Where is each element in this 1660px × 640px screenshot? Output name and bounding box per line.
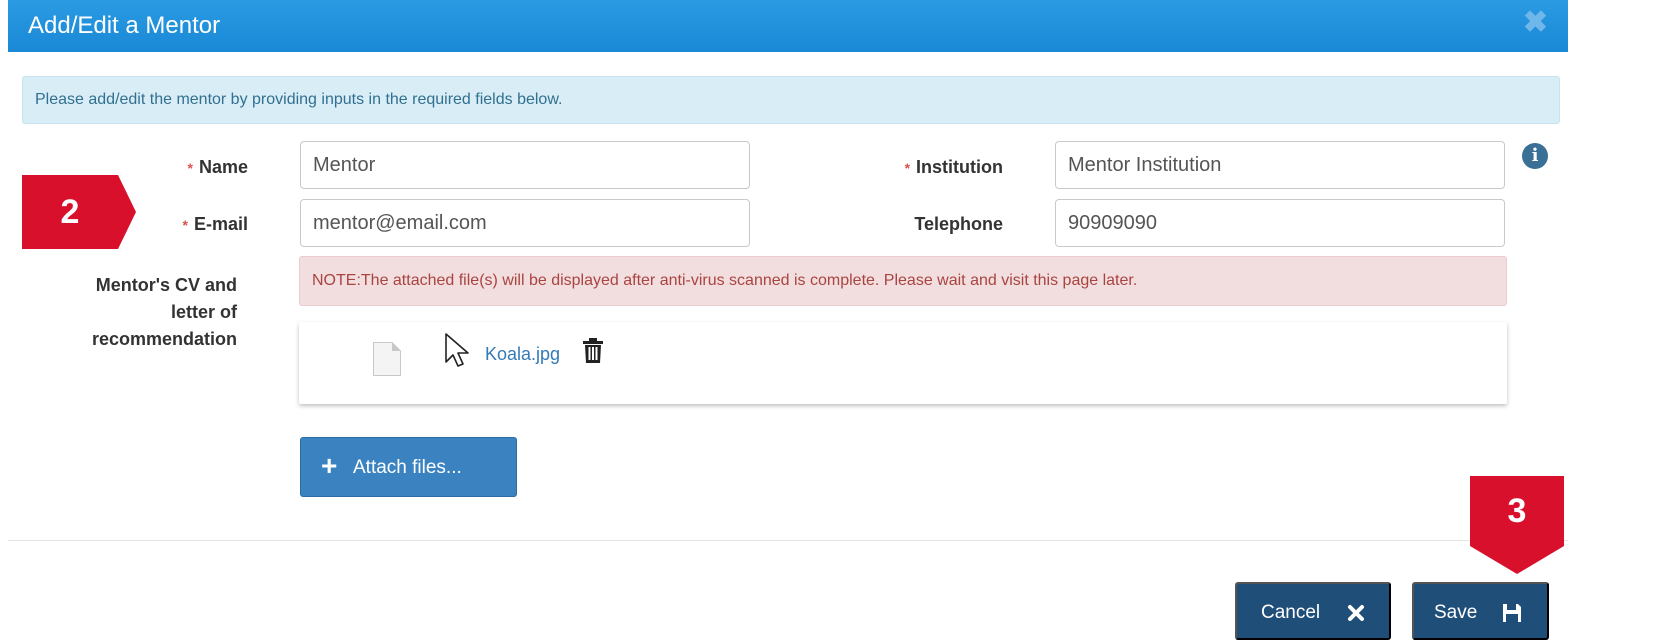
required-marker: * xyxy=(187,160,193,176)
telephone-label: Telephone xyxy=(914,214,1003,234)
telephone-input[interactable]: 90909090 xyxy=(1055,199,1505,247)
plus-icon: + xyxy=(321,450,338,481)
close-icon[interactable]: ✖ xyxy=(1523,8,1548,38)
step-marker-2-arrow xyxy=(118,175,136,249)
email-input[interactable]: mentor@email.com xyxy=(300,199,750,247)
info-alert-text: Please add/edit the mentor by providing … xyxy=(35,91,563,108)
antivirus-note: NOTE:The attached file(s) will be displa… xyxy=(299,256,1507,306)
step-marker-3: 3 xyxy=(1470,476,1564,546)
trash-icon[interactable] xyxy=(582,338,604,364)
required-marker: * xyxy=(182,217,188,233)
save-button[interactable]: Save xyxy=(1412,582,1549,640)
attach-files-button[interactable]: + Attach files... xyxy=(300,437,517,497)
dialog-title: Add/Edit a Mentor xyxy=(28,12,221,39)
required-marker: * xyxy=(904,160,911,176)
info-alert: Please add/edit the mentor by providing … xyxy=(22,76,1560,124)
cancel-button[interactable]: Cancel xyxy=(1235,582,1391,640)
institution-input[interactable]: Mentor Institution xyxy=(1055,141,1505,189)
attach-files-label: Attach files... xyxy=(353,457,462,478)
mouse-cursor-icon xyxy=(445,333,469,367)
dialog-titlebar: Add/Edit a Mentor ✖ xyxy=(8,0,1568,52)
cv-label: Mentor's CV and letter of recommendation xyxy=(91,275,237,349)
file-icon xyxy=(373,342,401,376)
antivirus-note-text: NOTE:The attached file(s) will be displa… xyxy=(312,272,1138,289)
info-icon[interactable]: i xyxy=(1522,143,1548,169)
cancel-label: Cancel xyxy=(1261,602,1321,623)
footer-divider xyxy=(8,540,1568,541)
attachment-link[interactable]: Koala.jpg xyxy=(485,344,560,365)
floppy-disk-icon xyxy=(1503,604,1521,622)
step-marker-3-arrow xyxy=(1470,546,1564,574)
institution-label: * Institution xyxy=(904,157,1003,177)
save-label: Save xyxy=(1434,602,1478,623)
name-input[interactable]: Mentor xyxy=(300,141,750,189)
close-icon xyxy=(1348,605,1364,621)
step-marker-2: 2 xyxy=(22,175,118,249)
attachment-list: Koala.jpg xyxy=(299,322,1507,404)
